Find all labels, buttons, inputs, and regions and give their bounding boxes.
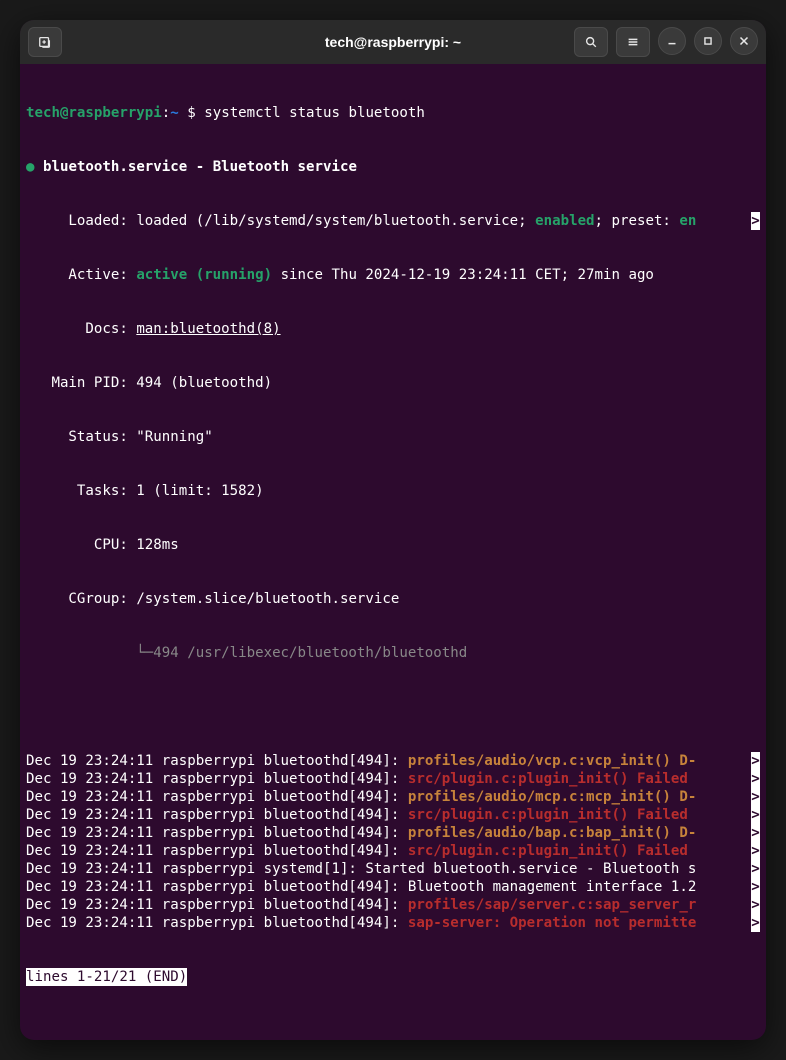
log-line: Dec 19 23:24:11 raspberrypi bluetoothd[4… [26, 806, 760, 824]
overflow-indicator: > [751, 752, 760, 770]
log-line: Dec 19 23:24:11 raspberrypi bluetoothd[4… [26, 752, 760, 770]
active-line: Active: active (running) since Thu 2024-… [26, 266, 760, 284]
overflow-indicator: > [751, 878, 760, 896]
status-dot-icon: ● [26, 159, 35, 175]
log-line: Dec 19 23:24:11 raspberrypi bluetoothd[4… [26, 788, 760, 806]
overflow-indicator: > [751, 212, 760, 230]
search-button[interactable] [574, 27, 608, 57]
tasks-line: Tasks: 1 (limit: 1582) [26, 482, 760, 500]
command-text: systemctl status bluetooth [204, 105, 425, 121]
cpu-line: CPU: 128ms [26, 536, 760, 554]
overflow-indicator: > [751, 824, 760, 842]
overflow-indicator: > [751, 896, 760, 914]
cgroup-tree-line: └─494 /usr/libexec/bluetooth/bluetoothd [26, 644, 760, 662]
pager-status: lines 1-21/21 (END) [26, 968, 187, 986]
log-line: Dec 19 23:24:11 raspberrypi systemd[1]: … [26, 860, 760, 878]
terminal-content[interactable]: tech@raspberrypi:~ $ systemctl status bl… [20, 64, 766, 1040]
log-line: Dec 19 23:24:11 raspberrypi bluetoothd[4… [26, 824, 760, 842]
log-line: Dec 19 23:24:11 raspberrypi bluetoothd[4… [26, 878, 760, 896]
log-line: Dec 19 23:24:11 raspberrypi bluetoothd[4… [26, 842, 760, 860]
maximize-button[interactable] [694, 27, 722, 55]
overflow-indicator: > [751, 806, 760, 824]
overflow-indicator: > [751, 770, 760, 788]
cgroup-line: CGroup: /system.slice/bluetooth.service [26, 590, 760, 608]
prompt-line: tech@raspberrypi:~ $ systemctl status bl… [26, 104, 760, 122]
log-line: Dec 19 23:24:11 raspberrypi bluetoothd[4… [26, 770, 760, 788]
blank-line [26, 698, 760, 716]
overflow-indicator: > [751, 842, 760, 860]
pager-line: lines 1-21/21 (END) [26, 968, 760, 986]
service-heading: ● bluetooth.service - Bluetooth service [26, 158, 760, 176]
overflow-indicator: > [751, 788, 760, 806]
minimize-button[interactable] [658, 27, 686, 55]
status-text-line: Status: "Running" [26, 428, 760, 446]
loaded-line: Loaded: loaded (/lib/systemd/system/blue… [26, 212, 760, 230]
docs-line: Docs: man:bluetoothd(8) [26, 320, 760, 338]
overflow-indicator: > [751, 914, 760, 932]
overflow-indicator: > [751, 860, 760, 878]
mainpid-line: Main PID: 494 (bluetoothd) [26, 374, 760, 392]
titlebar: tech@raspberrypi: ~ [20, 20, 766, 64]
new-tab-button[interactable] [28, 27, 62, 57]
log-line: Dec 19 23:24:11 raspberrypi bluetoothd[4… [26, 896, 760, 914]
prompt-user-host: tech@raspberrypi [26, 105, 162, 121]
prompt-path: ~ [170, 105, 179, 121]
close-button[interactable] [730, 27, 758, 55]
terminal-window: tech@raspberrypi: ~ tech [20, 20, 766, 1040]
menu-button[interactable] [616, 27, 650, 57]
log-line: Dec 19 23:24:11 raspberrypi bluetoothd[4… [26, 914, 760, 932]
